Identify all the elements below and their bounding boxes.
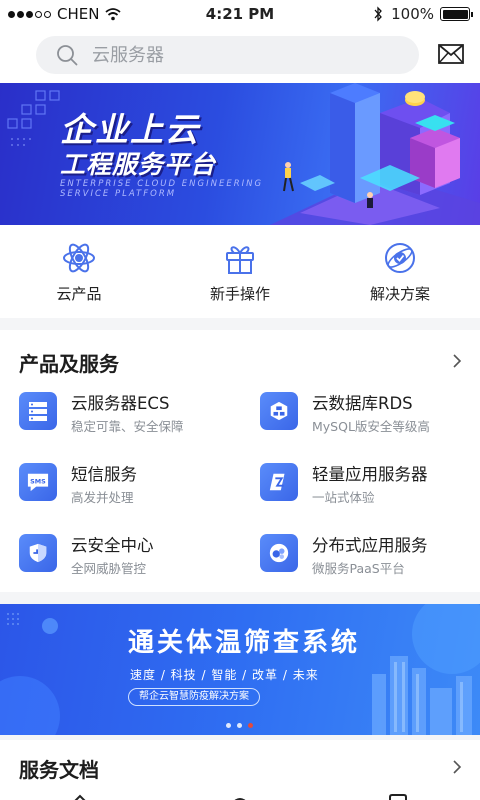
quick-label: 新手操作	[209, 285, 270, 303]
pager-dot-active[interactable]	[248, 723, 253, 728]
chevron-right-icon[interactable]	[452, 759, 462, 775]
product-sms[interactable]: SMS 短信服务 高发并处理	[19, 461, 239, 511]
banner-subtitle-cn: 工程服务平台	[60, 150, 217, 179]
shield-icon	[19, 534, 57, 572]
solution-icon	[385, 243, 415, 273]
banner-subtitle-en-1: ENTERPRISE CLOUD ENGINEERING	[60, 179, 264, 189]
status-bar: CHEN 4:21 PM 100%	[0, 0, 480, 28]
banner-subtitle-en-2: SERVICE PLATFORM	[60, 189, 177, 199]
distributed-icon	[260, 534, 298, 572]
product-desc: 一站式体验	[312, 490, 375, 505]
isometric-city-illustration	[270, 83, 480, 225]
quick-solutions[interactable]: 解决方案	[340, 241, 460, 304]
section-title: 服务文档	[19, 758, 99, 782]
product-distributed-service[interactable]: 分布式应用服务 微服务PaaS平台	[260, 532, 480, 582]
chevron-right-icon[interactable]	[452, 353, 462, 369]
product-name: 云服务器ECS	[71, 394, 170, 413]
quick-cloud-products[interactable]: 云产品	[19, 241, 139, 304]
quick-actions: 云产品 新手操作 解决方案	[0, 225, 480, 318]
mail-icon[interactable]	[438, 44, 464, 64]
search-header	[0, 28, 480, 83]
doc-icon-partial	[389, 794, 407, 800]
battery-percent: 100%	[391, 5, 434, 23]
quick-label: 云产品	[56, 285, 102, 303]
search-icon	[57, 45, 78, 66]
product-ecs[interactable]: 云服务器ECS 稳定可靠、安全保障	[19, 390, 239, 440]
promo-title: 通关体温筛查系统	[128, 628, 361, 658]
product-desc: 全网威胁管控	[71, 561, 147, 576]
quick-beginner-guide[interactable]: 新手操作	[180, 241, 300, 304]
products-section: 产品及服务 云服务器ECS 稳定可靠、安全保障 云数据库RDS MySQL版安全…	[0, 330, 480, 592]
product-name: 短信服务	[71, 465, 137, 484]
product-desc: 微服务PaaS平台	[312, 561, 405, 576]
battery-group: 100%	[373, 5, 473, 23]
atom-icon	[63, 243, 95, 273]
server-icon	[19, 392, 57, 430]
product-desc: 稳定可靠、安全保障	[71, 419, 184, 434]
grid-decoration	[7, 90, 60, 146]
svg-text:SMS: SMS	[30, 477, 46, 485]
bluetooth-icon	[374, 6, 382, 22]
lightweight-server-icon	[260, 463, 298, 501]
hero-banner[interactable]: 企业上云 工程服务平台 ENTERPRISE CLOUD ENGINEERING…	[0, 83, 480, 225]
product-rds[interactable]: 云数据库RDS MySQL版安全等级高	[260, 390, 480, 440]
quick-label: 解决方案	[369, 285, 430, 303]
docs-section: 服务文档	[0, 740, 480, 800]
product-lightweight-server[interactable]: 轻量应用服务器 一站式体验	[260, 461, 480, 511]
promo-banner[interactable]: 通关体温筛查系统 速度 / 科技 / 智能 / 改革 / 未来 帮企云智慧防疫解…	[0, 604, 480, 735]
section-title: 产品及服务	[19, 352, 119, 376]
product-desc: MySQL版安全等级高	[312, 419, 430, 434]
product-name: 分布式应用服务	[312, 536, 428, 555]
sms-icon: SMS	[19, 463, 57, 501]
search-box[interactable]	[36, 36, 419, 74]
product-name: 云数据库RDS	[312, 394, 413, 413]
banner-title: 企业上云	[60, 110, 200, 149]
product-name: 轻量应用服务器	[312, 465, 428, 484]
product-security-center[interactable]: 云安全中心 全网威胁管控	[19, 532, 239, 582]
carousel-pager	[226, 723, 253, 728]
database-icon	[260, 392, 298, 430]
battery-icon	[440, 7, 473, 21]
doc-icon-partial	[74, 794, 86, 800]
product-desc: 高发并处理	[71, 490, 134, 505]
doc-icon-partial	[234, 798, 246, 800]
pager-dot[interactable]	[237, 723, 242, 728]
product-name: 云安全中心	[71, 536, 154, 555]
promo-cta-button[interactable]: 帮企云智慧防疫解决方案	[128, 688, 260, 706]
pager-dot[interactable]	[226, 723, 231, 728]
gift-icon	[226, 246, 254, 274]
promo-tags: 速度 / 科技 / 智能 / 改革 / 未来	[130, 668, 319, 682]
search-input[interactable]	[92, 44, 372, 66]
